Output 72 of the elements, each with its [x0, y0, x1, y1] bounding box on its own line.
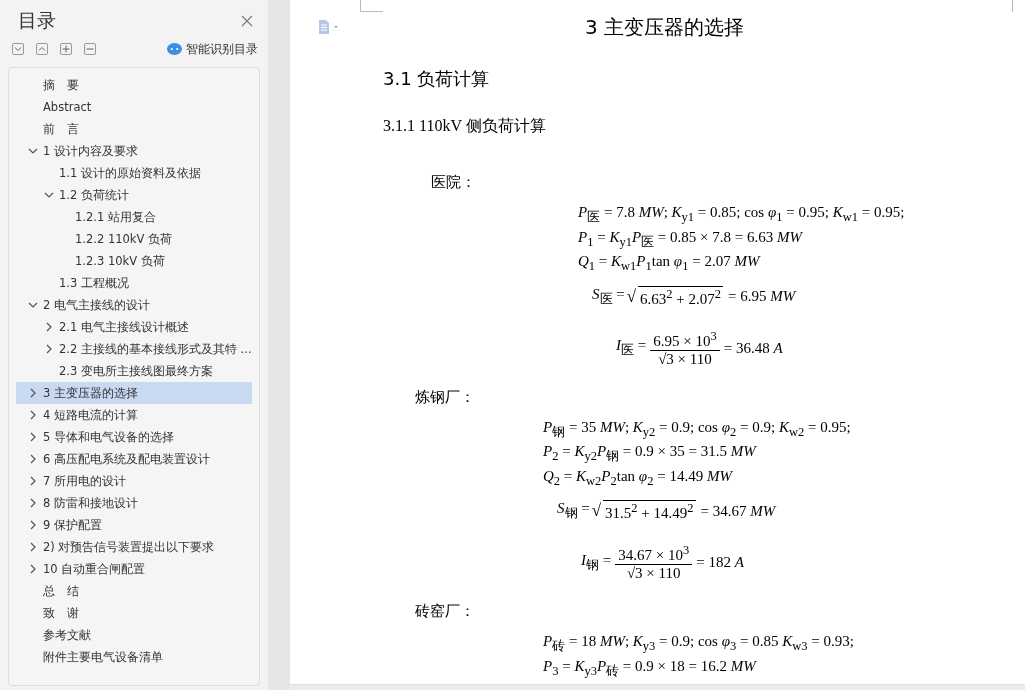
toc-item[interactable]: 参考文献 — [16, 624, 252, 646]
chevron-right-icon[interactable] — [28, 520, 38, 530]
chevron-right-icon[interactable] — [44, 322, 54, 332]
chevron-right-icon[interactable] — [28, 432, 38, 442]
formula: Q$_{1}$ = K$_{w1}$P$_{1}$tan φ$_{1}$ = 2.07 MW — [578, 252, 760, 274]
toc-item[interactable]: 1.2.1 站用复合 — [16, 206, 252, 228]
toc-item[interactable]: 前 言 — [16, 118, 252, 140]
paragraph-label: 医院： — [431, 173, 477, 192]
chevron-right-icon[interactable] — [44, 344, 54, 354]
toc-item[interactable]: 致 谢 — [16, 602, 252, 624]
toc-item[interactable]: 1.2.2 110kV 负荷 — [16, 228, 252, 250]
panel-title: 目录 — [18, 8, 56, 33]
toc-item[interactable]: 8 防雷和接地设计 — [16, 492, 252, 514]
toc-item[interactable]: 2.3 变电所主接线图最终方案 — [16, 360, 252, 382]
toc-item[interactable]: 7 所用电的设计 — [16, 470, 252, 492]
toc-item[interactable]: 5 导体和电气设备的选择 — [16, 426, 252, 448]
toc-item[interactable]: 1 设计内容及要求 — [16, 140, 252, 162]
toc-item[interactable]: 3 主变压器的选择 — [16, 382, 252, 404]
paragraph-label: 炼钢厂： — [415, 387, 476, 407]
toc-item[interactable]: 附件主要电气设备清单 — [16, 646, 252, 668]
subsection-heading: 3.1.1 110kV 侧负荷计算 — [383, 116, 547, 136]
toc-item[interactable]: 2 电气主接线的设计 — [16, 294, 252, 316]
toc-item[interactable]: 总 结 — [16, 580, 252, 602]
toc-item[interactable]: 1.2 负荷统计 — [16, 184, 252, 206]
toc-item[interactable]: 9 保护配置 — [16, 514, 252, 536]
page-corner-mark — [1012, 0, 1013, 12]
robot-icon — [167, 43, 182, 55]
chevron-right-icon[interactable] — [28, 476, 38, 486]
chevron-down-icon[interactable] — [28, 300, 38, 310]
collapse-all-button[interactable] — [36, 43, 48, 55]
toc-item[interactable]: 6 高压配电系统及配电装置设计 — [16, 448, 252, 470]
formula: P$_{1}$ = K$_{y1}$P$_{医}$ = 0.85 × 7.8 = 6.63 MW — [578, 227, 802, 249]
formula: P$_{钢}$ = 35 MW; K$_{y2}$ = 0.9; cos φ$_{2}$ = 0.9; K$_{w2}$ = 0.95; — [543, 417, 851, 439]
chevron-right-icon[interactable] — [28, 388, 38, 398]
remove-button[interactable] — [84, 43, 96, 55]
chevron-right-icon[interactable] — [28, 454, 38, 464]
toc-item[interactable]: 10 自动重合闸配置 — [16, 558, 252, 580]
chapter-heading: 3 主变压器的选择 — [585, 13, 745, 41]
toc-item[interactable]: 1.2.3 10kV 负荷 — [16, 250, 252, 272]
add-button[interactable] — [60, 43, 72, 55]
toc-item[interactable]: 1.3 工程概况 — [16, 272, 252, 294]
formula: S$_{钢}$ =√ 31.5$^{2}$ + 14.49$^{2}$ = 34.67 MW — [557, 500, 776, 522]
smart-toc-button[interactable]: 智能识别目录 — [167, 40, 258, 58]
minus-icon — [86, 45, 94, 53]
chevron-right-icon[interactable] — [28, 410, 38, 420]
chevron-down-icon[interactable] — [28, 146, 38, 156]
formula: P$_{2}$ = K$_{y2}$P$_{钢}$ = 0.9 × 35 = 31.5 MW — [543, 442, 756, 464]
horizontal-scrollbar[interactable] — [290, 684, 1025, 690]
chevron-down-icon — [14, 45, 22, 53]
chevron-down-icon[interactable] — [44, 190, 54, 200]
formula: P$_{医}$ = 7.8 MW; K$_{y1}$ = 0.85; cos φ$_{1}$ = 0.95; K$_{w1}$ = 0.95; — [578, 203, 905, 225]
chevron-right-icon[interactable] — [28, 542, 38, 552]
toc-item[interactable]: Abstract — [16, 96, 252, 118]
paragraph-label: 砖窑厂： — [415, 602, 476, 621]
formula: Q$_{2}$ = K$_{w2}$P$_{2}$tan φ$_{2}$ = 14.49 MW — [543, 466, 732, 488]
page-corner-mark — [360, 0, 383, 12]
plus-icon — [62, 45, 70, 53]
section-heading: 3.1 负荷计算 — [383, 67, 491, 91]
chevron-right-icon[interactable] — [28, 564, 38, 574]
toc-item[interactable]: 2.2 主接线的基本接线形式及其特 ... — [16, 338, 252, 360]
toc-item[interactable]: 1.1 设计的原始资料及依据 — [16, 162, 252, 184]
close-button[interactable] — [240, 14, 254, 28]
chevron-up-icon — [38, 45, 46, 53]
chevron-right-icon[interactable] — [28, 498, 38, 508]
toc-item[interactable]: 摘 要 — [16, 74, 252, 96]
toc-item[interactable]: 2) 对预告信号装置提出以下要求 — [16, 536, 252, 558]
formula: P$_{砖}$ = 18 MW; K$_{y3}$ = 0.9; cos φ$_{3}$ = 0.85 K$_{w3}$ = 0.93; — [543, 632, 854, 654]
toc-item[interactable]: 4 短路电流的计算 — [16, 404, 252, 426]
expand-all-button[interactable] — [12, 43, 24, 55]
formula: P$_{3}$ = K$_{y3}$P$_{砖}$ = 0.9 × 18 = 16.2 MW — [543, 656, 756, 678]
toc-item[interactable]: 2.1 电气主接线设计概述 — [16, 316, 252, 338]
formula: S$_{医}$ =√ 6.63$^{2}$ + 2.07$^{2}$ = 6.95 MW — [592, 285, 796, 308]
